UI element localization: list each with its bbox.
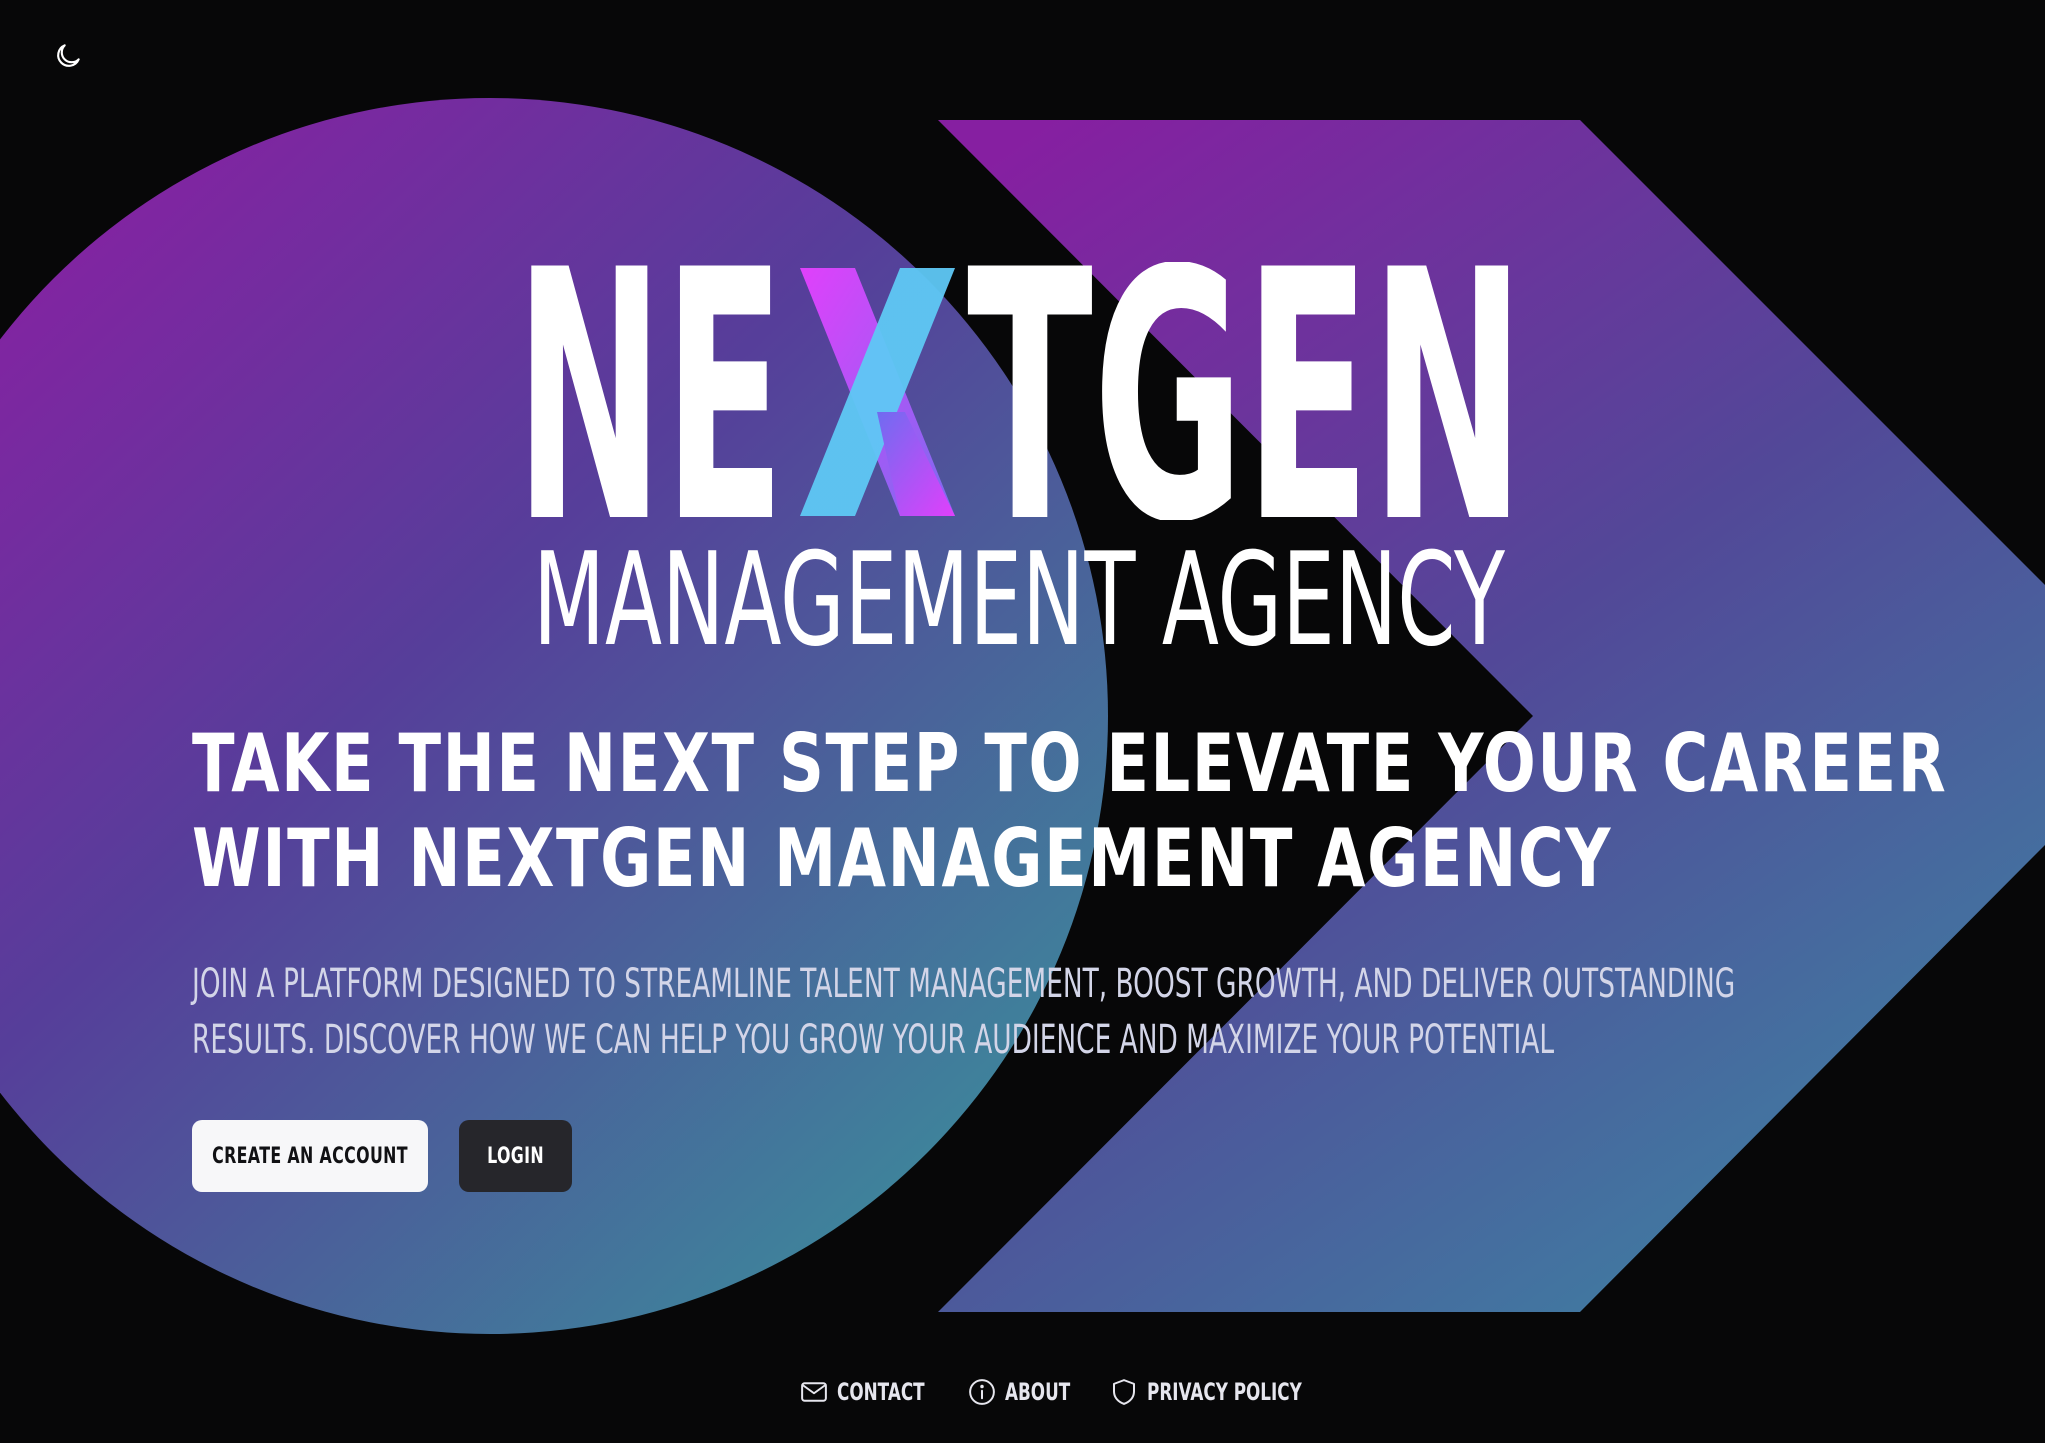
create-account-button[interactable]: CREATE AN ACCOUNT [192, 1120, 428, 1192]
footer-link-privacy-policy[interactable]: PRIVACY POLICY [1109, 1377, 1302, 1407]
moon-icon [57, 44, 80, 67]
footer-link-privacy-label: PRIVACY POLICY [1146, 1378, 1302, 1406]
hero-description-line-2: RESULTS. DISCOVER HOW WE CAN HELP YOU GR… [192, 1017, 1555, 1063]
footer: CONTACT ABOUT PRIVACY POLICY [0, 1372, 2045, 1412]
footer-links: CONTACT ABOUT PRIVACY POLICY [799, 1377, 1302, 1407]
shield-icon [1112, 1379, 1135, 1405]
info-icon [968, 1379, 995, 1405]
login-button[interactable]: LOGIN [459, 1120, 572, 1192]
mail-icon [800, 1382, 827, 1402]
footer-link-contact-label: CONTACT [836, 1378, 925, 1406]
hero-headline: TAKE THE NEXT STEP TO ELEVATE YOUR CAREE… [192, 716, 1948, 906]
hero-section: TAKE THE NEXT STEP TO ELEVATE YOUR CAREE… [192, 716, 1948, 1192]
hero-headline-line-2: WITH NEXTGEN MANAGEMENT AGENCY [192, 812, 1613, 905]
hero-description: JOIN A PLATFORM DESIGNED TO STREAMLINE T… [192, 956, 1776, 1068]
footer-link-contact[interactable]: CONTACT [799, 1377, 925, 1407]
create-account-label: CREATE AN ACCOUNT [212, 1143, 408, 1169]
theme-toggle-button[interactable] [50, 38, 86, 74]
footer-link-about-label: ABOUT [1004, 1378, 1070, 1406]
login-label: LOGIN [487, 1143, 544, 1169]
hero-description-line-1: JOIN A PLATFORM DESIGNED TO STREAMLINE T… [192, 961, 1736, 1007]
hero-headline-line-1: TAKE THE NEXT STEP TO ELEVATE YOUR CAREE… [192, 717, 1948, 810]
footer-link-about[interactable]: ABOUT [967, 1377, 1070, 1407]
